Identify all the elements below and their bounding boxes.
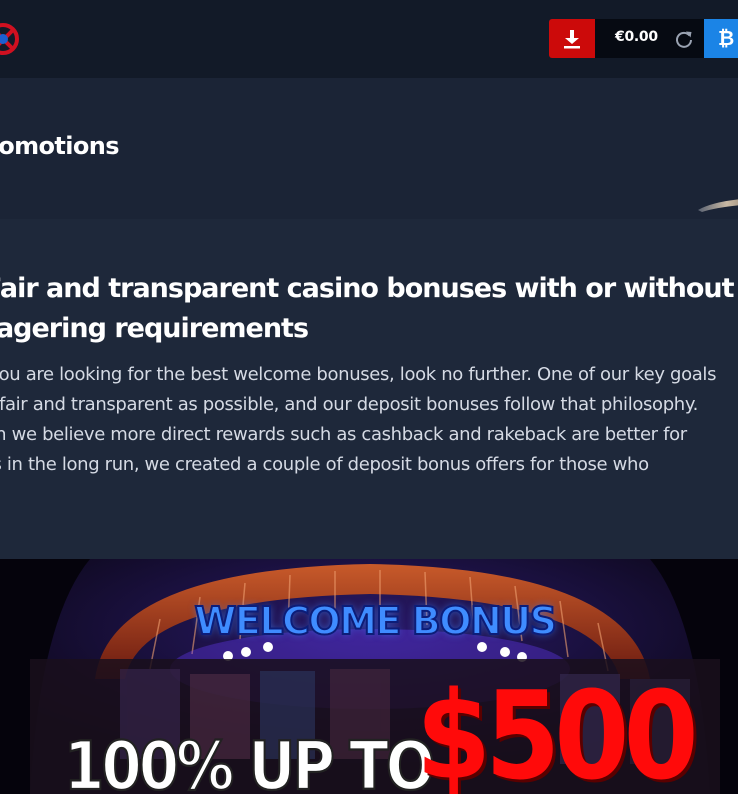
promotions-intro-section: Fair and transparent casino bonuses with… (0, 219, 738, 559)
refresh-icon[interactable] (674, 29, 694, 49)
bitcoin-icon: ₿ (718, 26, 735, 50)
logo-icon[interactable] (0, 22, 20, 56)
section-heading: Fair and transparent casino bonuses with… (0, 269, 738, 349)
paragraph-line: If you are looking for the best welcome … (0, 364, 717, 385)
balance-display[interactable]: €0.00 (595, 19, 704, 58)
paragraph-line: Although we believe more direct rewards … (0, 424, 687, 445)
balance-amount: €0.00 (615, 29, 658, 45)
banner-offer-amount: $500 (416, 667, 699, 794)
crypto-wallet-button[interactable]: ₿ (704, 19, 738, 58)
intro-paragraph: If you are looking for the best welcome … (0, 360, 738, 480)
download-icon (564, 29, 580, 48)
banner-offer-prefix: 100% UP TO (63, 726, 436, 794)
page: €0.00 ₿ Promotions Fair and t (0, 0, 738, 794)
welcome-bonus-banner[interactable]: WELCOME BONUS 100% UP TO $500 (0, 559, 738, 794)
banner-headline: WELCOME BONUS (193, 598, 558, 644)
decorative-cue-image (698, 199, 738, 212)
top-header: €0.00 ₿ (0, 0, 738, 78)
download-button[interactable] (549, 19, 595, 58)
heading-line: wagering requirements (0, 313, 309, 344)
page-title-band: Promotions (0, 78, 738, 219)
page-title: Promotions (0, 132, 120, 160)
heading-line: Fair and transparent casino bonuses with… (0, 273, 735, 304)
paragraph-line: is to be fair and transparent as possibl… (0, 394, 698, 415)
paragraph-line: players in the long run, we created a co… (0, 454, 649, 475)
